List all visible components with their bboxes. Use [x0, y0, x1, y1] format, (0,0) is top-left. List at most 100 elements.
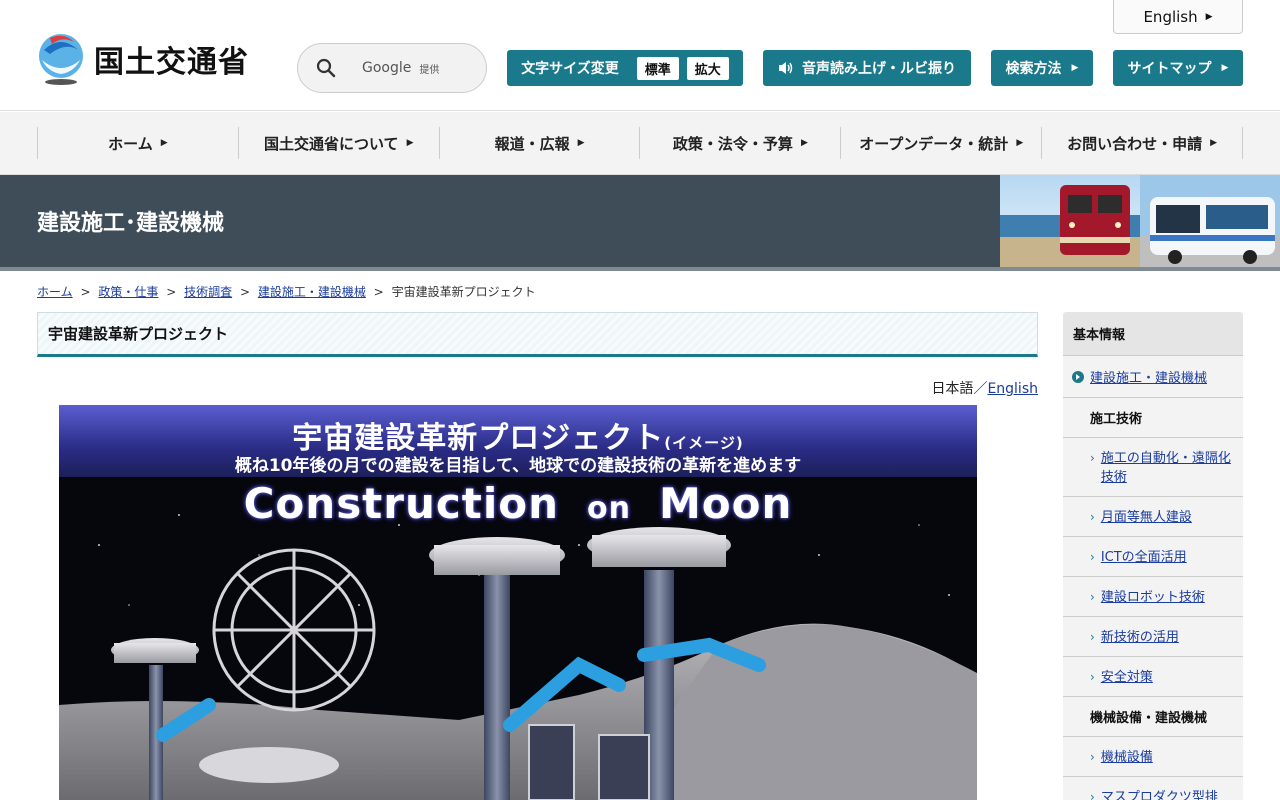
font-size-control: 文字サイズ変更 標準 拡大 — [507, 50, 743, 86]
sidebar-item-machinery-equipment[interactable]: › 機械設備 — [1063, 737, 1243, 777]
sidebar-link-label[interactable]: ICTの全面活用 — [1101, 548, 1187, 567]
hero-en-construction: Construction — [243, 479, 560, 528]
banner-underline — [0, 267, 1280, 271]
breadcrumb-tech[interactable]: 技術調査 — [184, 285, 232, 299]
sidebar-item-new-tech[interactable]: › 新技術の活用 — [1063, 617, 1243, 657]
sidebar-link-label[interactable]: 月面等無人建設 — [1101, 508, 1192, 527]
mlit-logo-icon — [39, 34, 83, 85]
chevron-right-icon: › — [1090, 750, 1095, 764]
triangle-right-icon: ▶ — [1016, 138, 1024, 148]
read-aloud-button[interactable]: 音声読み上げ・ルビ振り — [763, 50, 971, 86]
nav-label: 政策・法令・予算 — [672, 134, 793, 153]
read-aloud-label: 音声読み上げ・ルビ振り — [802, 61, 956, 77]
breadcrumb-current: 宇宙建設革新プロジェクト — [391, 285, 536, 299]
logo-text: 国土交通省 — [94, 45, 249, 80]
chevron-right-icon: › — [1090, 550, 1095, 564]
chevron-right-icon: › — [1090, 670, 1095, 684]
breadcrumb-construction[interactable]: 建設施工・建設機械 — [258, 285, 366, 299]
chevron-right-icon: › — [1090, 451, 1095, 465]
nav-home[interactable]: ホーム ▶ — [38, 127, 239, 159]
chevron-right-icon: › — [1090, 590, 1095, 604]
page-title: 宇宙建設革新プロジェクト — [37, 312, 1038, 357]
sidebar-link-label[interactable]: 新技術の活用 — [1101, 628, 1179, 647]
breadcrumb-policy[interactable]: 政策・仕事 — [98, 285, 158, 299]
sitemap-label: サイトマップ — [1127, 61, 1212, 77]
breadcrumb-home[interactable]: ホーム — [37, 285, 73, 299]
sidebar-item-ict[interactable]: › ICTの全面活用 — [1063, 537, 1243, 577]
english-tab-label: English — [1143, 7, 1198, 26]
font-size-label: 文字サイズ変更 — [521, 61, 619, 77]
chevron-right-icon: › — [1090, 630, 1095, 644]
sidebar: 基本情報 建設施工・建設機械 施工技術 › 施工の自動化・遠隔化技術 › 月面等無人… — [1063, 312, 1243, 800]
triangle-right-icon: ▶ — [406, 138, 414, 148]
nav-contact[interactable]: お問い合わせ・申請 ▶ — [1042, 127, 1243, 159]
sidebar-link-label[interactable]: マスプロダクツ型排 — [1101, 788, 1218, 800]
sidebar-group-machinery: 機械設備・建設機械 — [1063, 697, 1243, 737]
nav-label: お問い合わせ・申請 — [1067, 134, 1203, 153]
speaker-icon — [779, 62, 793, 74]
sidebar-group-construction-tech: 施工技術 — [1063, 398, 1243, 438]
language-switch: 日本語／English — [931, 378, 1038, 398]
nav-policy[interactable]: 政策・法令・予算 ▶ — [640, 127, 842, 159]
nav-about[interactable]: 国土交通省について ▶ — [239, 127, 440, 159]
search-icon[interactable] — [316, 58, 336, 78]
triangle-right-icon: ▶ — [160, 138, 168, 148]
hero-english-title: Construction on Moon — [59, 479, 977, 528]
search-method-label: 検索方法 — [1005, 61, 1062, 77]
site-logo[interactable]: 国土交通省 — [36, 32, 249, 86]
sidebar-link-label[interactable]: 建設ロボット技術 — [1101, 588, 1205, 607]
sidebar-current-item[interactable]: 建設施工・建設機械 — [1063, 356, 1243, 398]
hero-image: 宇宙建設革新プロジェクト(イメージ) 概ね10年後の月での建設を目指して、地球で… — [59, 405, 977, 800]
search-method-button[interactable]: 検索方法 ▶ — [991, 50, 1093, 86]
hero-title-note: (イメージ) — [664, 434, 744, 452]
hero-subtitle: 概ね10年後の月での建設を目指して、地球での建設技術の革新を進めます — [234, 456, 802, 476]
chevron-right-icon: › — [1090, 510, 1095, 524]
nav-press[interactable]: 報道・広報 ▶ — [440, 127, 641, 159]
lang-english-link[interactable]: English — [987, 381, 1038, 397]
sitemap-button[interactable]: サイトマップ ▶ — [1113, 50, 1243, 86]
lang-japanese: 日本語 — [931, 381, 974, 397]
sidebar-item-robot[interactable]: › 建設ロボット技術 — [1063, 577, 1243, 617]
search-brand: Google — [362, 60, 412, 76]
breadcrumb-separator: > — [373, 285, 384, 299]
triangle-right-icon: ▶ — [1071, 63, 1079, 73]
font-size-large-button[interactable]: 拡大 — [686, 56, 729, 80]
lang-separator: ／ — [973, 381, 988, 397]
sidebar-link-label[interactable]: 機械設備 — [1101, 748, 1153, 767]
site-search[interactable]: Google 提供 — [297, 43, 487, 93]
sidebar-link-label[interactable]: 施工の自動化・遠隔化技術 — [1101, 449, 1235, 487]
font-size-normal-button[interactable]: 標準 — [636, 56, 679, 80]
breadcrumb: ホーム > 政策・仕事 > 技術調査 > 建設施工・建設機械 > 宇宙建設革新プ… — [37, 283, 536, 300]
nav-label: オープンデータ・統計 — [859, 134, 1009, 153]
triangle-right-icon: ▶ — [800, 138, 808, 148]
chevron-right-icon: › — [1090, 790, 1095, 800]
category-title: 建設施工･建設機械 — [37, 211, 225, 236]
sidebar-current-link[interactable]: 建設施工・建設機械 — [1090, 367, 1207, 386]
triangle-right-icon: ▶ — [577, 138, 585, 148]
hero-en-on: on — [587, 491, 631, 526]
nav-open-data[interactable]: オープンデータ・統計 ▶ — [841, 127, 1043, 159]
sidebar-heading: 基本情報 — [1063, 312, 1243, 356]
breadcrumb-separator: > — [239, 285, 250, 299]
triangle-right-icon: ▶ — [1205, 11, 1213, 22]
triangle-right-icon: ▶ — [1210, 138, 1218, 148]
hero-en-moon: Moon — [658, 479, 793, 528]
nav-label: 国土交通省について — [264, 134, 399, 153]
triangle-right-icon: ▶ — [1221, 63, 1229, 73]
nav-label: 報道・広報 — [494, 134, 570, 153]
banner-photo — [1000, 175, 1280, 267]
english-tab[interactable]: English ▶ — [1113, 0, 1243, 34]
breadcrumb-separator: > — [166, 285, 177, 299]
sidebar-item-mass-products[interactable]: › マスプロダクツ型排 — [1063, 777, 1243, 800]
sidebar-item-automation[interactable]: › 施工の自動化・遠隔化技術 — [1063, 438, 1243, 497]
sidebar-link-label[interactable]: 安全対策 — [1101, 668, 1153, 687]
site-header: 国土交通省 English ▶ Google 提供 文字サイズ変更 標準 拡大 … — [0, 0, 1280, 111]
breadcrumb-separator: > — [80, 285, 91, 299]
sidebar-item-lunar-unmanned[interactable]: › 月面等無人建設 — [1063, 497, 1243, 537]
sidebar-item-safety[interactable]: › 安全対策 — [1063, 657, 1243, 697]
global-nav: ホーム ▶ 国土交通省について ▶ 報道・広報 ▶ 政策・法令・予算 ▶ オープンデータ… — [0, 112, 1280, 175]
category-banner: 建設施工･建設機械 — [0, 175, 1280, 271]
nav-label: ホーム — [108, 134, 153, 153]
search-provided: 提供 — [419, 64, 440, 76]
circle-arrow-icon — [1072, 370, 1084, 383]
